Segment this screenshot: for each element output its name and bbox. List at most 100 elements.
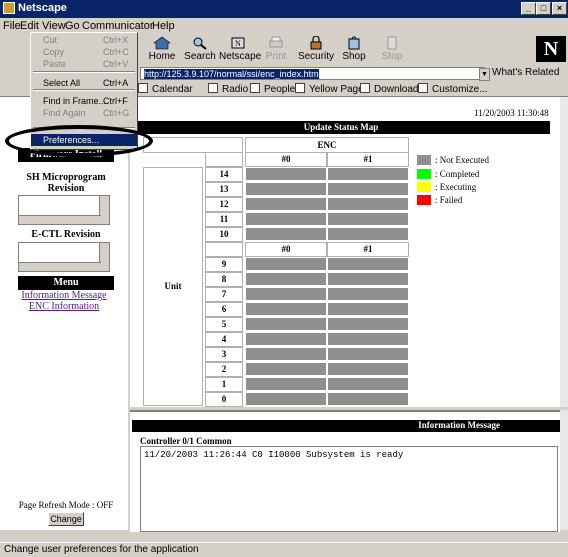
security-icon xyxy=(310,36,322,50)
legend-completed: : Completed xyxy=(417,169,479,179)
menu-item-shortcut: Ctrl+X xyxy=(103,35,129,45)
home-label: Home xyxy=(148,51,176,62)
bookmark-customize[interactable]: Customize... xyxy=(418,83,488,95)
status-cell-unit-2-col-1 xyxy=(328,363,408,375)
sh-revision-listbox[interactable] xyxy=(18,195,110,225)
listbox-hscrollbar[interactable] xyxy=(19,262,101,271)
controller-label: Controller 0/1 Common xyxy=(140,436,232,446)
bookmark-label: People xyxy=(264,84,296,95)
url-input[interactable]: http://125.3.9.107/normal/ssi/enc_index.… xyxy=(140,67,485,80)
unit-number-cell: 13 xyxy=(205,182,243,197)
netscape-icon: N xyxy=(231,37,245,49)
unit-number-cell: 2 xyxy=(205,362,243,377)
menu-help[interactable]: Help xyxy=(152,20,175,32)
status-cell-unit-0-col-0 xyxy=(246,393,326,405)
security-button[interactable]: Security xyxy=(297,34,335,66)
edit-menu-item-select-all[interactable]: Select All Ctrl+A xyxy=(31,77,137,89)
bookmark-icon xyxy=(360,83,370,93)
status-cell-unit-3-col-1 xyxy=(328,348,408,360)
unit-number-cell: 7 xyxy=(205,287,243,302)
unit-number-cell: 11 xyxy=(205,212,243,227)
information-message-link[interactable]: Information Message xyxy=(4,290,124,301)
status-cell-unit-10-col-0 xyxy=(246,228,326,240)
ectl-revision-listbox[interactable] xyxy=(18,242,110,272)
bookmark-label: Download xyxy=(374,84,419,95)
edit-menu-item-find-again[interactable]: Find Again Ctrl+G xyxy=(31,107,137,119)
status-cell-unit-0-col-1 xyxy=(328,393,408,405)
menu-file[interactable]: File xyxy=(3,20,21,32)
status-text: Change user preferences for the applicat… xyxy=(4,544,199,555)
menu-communicator[interactable]: Communicator xyxy=(82,20,154,32)
legend-swatch xyxy=(417,182,431,192)
bookmark-icon xyxy=(295,83,305,93)
home-icon xyxy=(153,36,171,50)
unit-number-cell: 5 xyxy=(205,317,243,332)
print-icon xyxy=(269,36,283,48)
edit-menu-item-cut[interactable]: Cut Ctrl+X xyxy=(31,34,137,46)
netscape-button[interactable]: N Netscape xyxy=(219,34,261,66)
shop-button[interactable]: Shop xyxy=(335,34,373,66)
bookmark-icon xyxy=(138,83,148,93)
status-cell-unit-14-col-1 xyxy=(328,168,408,180)
bookmark-radio[interactable]: Radio xyxy=(208,83,248,95)
unit-number-cell: 0 xyxy=(205,392,243,407)
message-log[interactable]: 11/20/2003 11:26:44 C0 I10000 Subsystem … xyxy=(140,446,558,532)
stop-label: Stop xyxy=(381,51,403,62)
menu-view[interactable]: View xyxy=(42,20,66,32)
status-cell-unit-7-col-0 xyxy=(246,288,326,300)
unit-number-cell: 9 xyxy=(205,257,243,272)
status-cell-unit-6-col-1 xyxy=(328,303,408,315)
edit-menu-item-paste[interactable]: Paste Ctrl+V xyxy=(31,58,137,70)
shop-label: Shop xyxy=(342,51,366,62)
netscape-logo-icon xyxy=(3,2,15,14)
bookmark-yellow-pages[interactable]: Yellow Pages xyxy=(295,83,369,95)
status-cell-unit-12-col-0 xyxy=(246,198,326,210)
print-button[interactable]: Print xyxy=(257,34,295,66)
search-button[interactable]: Search xyxy=(181,34,219,66)
unit-number-cell: 6 xyxy=(205,302,243,317)
column-header-0: #0 xyxy=(245,152,327,167)
status-cell-unit-5-col-0 xyxy=(246,318,326,330)
menu-go[interactable]: Go xyxy=(65,20,80,32)
url-text: http://125.3.9.107/normal/ssi/enc_index.… xyxy=(144,69,319,79)
left-frame: Firmware Install SH Microprogram Revisio… xyxy=(0,97,128,530)
minimize-button[interactable]: _ xyxy=(521,2,536,15)
url-dropdown-chevron-icon[interactable]: ▼ xyxy=(479,68,490,81)
page-refresh-mode-text: Page Refresh Mode : OFF xyxy=(18,500,114,510)
edit-menu-item-copy[interactable]: Copy Ctrl+C xyxy=(31,46,137,58)
whats-related-button[interactable]: What's Related xyxy=(492,67,560,78)
title-bar: Netscape _ □ × xyxy=(0,0,568,18)
status-cell-unit-1-col-0 xyxy=(246,378,326,390)
information-message-title: Information Message xyxy=(418,420,500,430)
unit-number-cell: 4 xyxy=(205,332,243,347)
status-cell-unit-4-col-0 xyxy=(246,333,326,345)
bookmark-download[interactable]: Download xyxy=(360,83,418,95)
column-header-0: #0 xyxy=(245,242,327,257)
bottom-frame-scrollbar[interactable] xyxy=(560,410,568,530)
legend-label: : Failed xyxy=(435,195,463,205)
change-button[interactable]: Change xyxy=(48,512,84,526)
whats-related-label: What's Related xyxy=(492,67,560,78)
legend-swatch xyxy=(417,195,431,205)
shop-icon xyxy=(348,36,360,50)
bookmark-people[interactable]: People xyxy=(250,83,295,95)
enc-information-link[interactable]: ENC Information xyxy=(4,301,124,312)
menu-edit[interactable]: Edit xyxy=(20,20,39,32)
unit-number-cell: 10 xyxy=(205,227,243,242)
status-cell-unit-8-col-0 xyxy=(246,273,326,285)
blank-header-cell xyxy=(205,242,243,257)
legend-label: : Completed xyxy=(435,169,480,179)
bookmark-icon xyxy=(208,83,218,93)
status-cell-unit-11-col-1 xyxy=(328,213,408,225)
right-frame-scrollbar[interactable] xyxy=(560,97,568,407)
close-button[interactable]: × xyxy=(552,2,567,15)
listbox-hscrollbar[interactable] xyxy=(19,215,101,224)
bookmark-label: Calendar xyxy=(152,84,193,95)
home-button[interactable]: Home xyxy=(143,34,181,66)
status-cell-unit-7-col-1 xyxy=(328,288,408,300)
edit-menu-item-find-in-frame[interactable]: Find in Frame... Ctrl+F xyxy=(31,95,137,107)
maximize-button[interactable]: □ xyxy=(536,2,551,15)
bookmark-calendar[interactable]: Calendar xyxy=(138,83,193,95)
stop-button[interactable]: Stop xyxy=(373,34,411,66)
menu-item-shortcut: Ctrl+A xyxy=(103,78,129,88)
